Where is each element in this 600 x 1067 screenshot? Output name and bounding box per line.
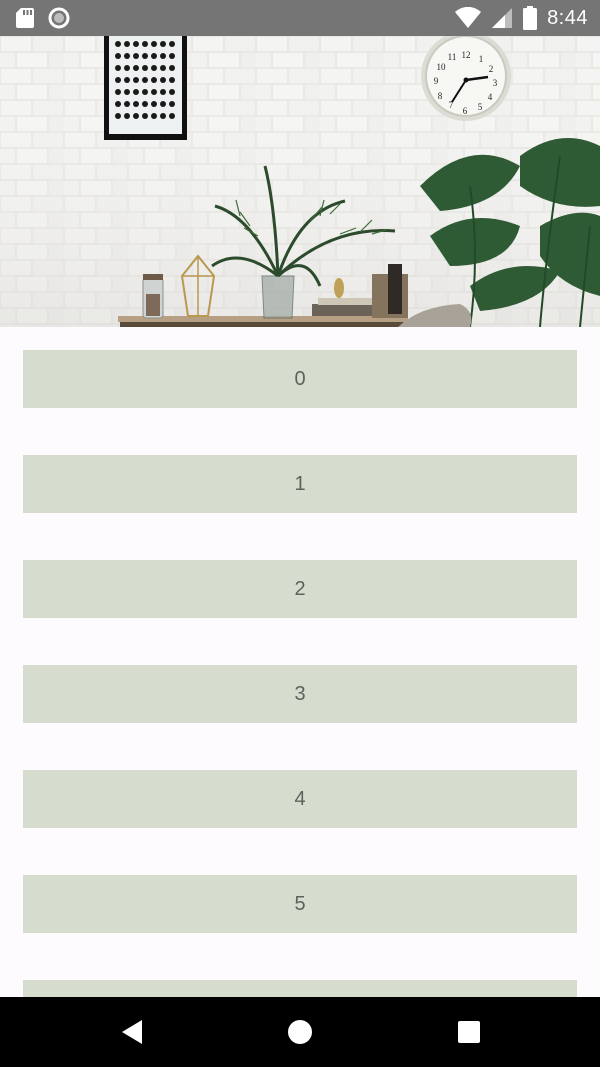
list-item[interactable]: 1: [23, 455, 577, 513]
back-icon: [122, 1020, 142, 1044]
home-icon: [288, 1020, 312, 1044]
poster: [104, 36, 187, 140]
clock-number: 5: [478, 102, 483, 112]
recents-icon: [458, 1021, 480, 1043]
wifi-icon: [455, 7, 482, 28]
navigation-bar: [0, 997, 600, 1067]
cell-signal-icon: [492, 8, 513, 28]
battery-icon: [523, 6, 538, 30]
number-list[interactable]: 0 1 2 3 4 5: [0, 327, 600, 997]
list-item-label: 4: [294, 787, 306, 810]
list-item[interactable]: 5: [23, 875, 577, 933]
status-right: 8:44: [455, 6, 588, 30]
status-bar: 8:44: [0, 0, 600, 36]
list-item[interactable]: [23, 980, 577, 997]
header-image: 12 1 2 3 4 5 6 7 8 9 10 11: [0, 36, 600, 327]
clock-number: 8: [438, 91, 443, 101]
room-interior-image: 12 1 2 3 4 5 6 7 8 9 10 11: [0, 36, 600, 327]
clock-number: 10: [437, 62, 447, 72]
list-item-label: 1: [294, 472, 306, 495]
back-button[interactable]: [117, 1017, 147, 1047]
clock-number: 3: [493, 78, 498, 88]
list-item[interactable]: 0: [23, 350, 577, 408]
sync-circle-icon: [48, 7, 70, 29]
list-item-label: 3: [294, 682, 306, 705]
list-item-label: 5: [294, 892, 306, 915]
clock-number: 11: [448, 52, 457, 62]
recents-button[interactable]: [454, 1017, 484, 1047]
status-left: [16, 7, 70, 29]
sd-card-icon: [16, 8, 34, 28]
list-item[interactable]: 3: [23, 665, 577, 723]
list-item-label: 2: [294, 577, 306, 600]
home-button[interactable]: [285, 1017, 315, 1047]
list-item[interactable]: 4: [23, 770, 577, 828]
list-item[interactable]: 2: [23, 560, 577, 618]
status-time: 8:44: [547, 6, 588, 29]
clock-number: 1: [479, 54, 484, 64]
clock-number: 9: [434, 76, 439, 86]
clock-number: 6: [463, 106, 468, 116]
list-item-label: 0: [294, 367, 306, 390]
clock-number: 2: [489, 64, 494, 74]
clock-number: 12: [462, 50, 471, 60]
clock-number: 4: [488, 92, 493, 102]
